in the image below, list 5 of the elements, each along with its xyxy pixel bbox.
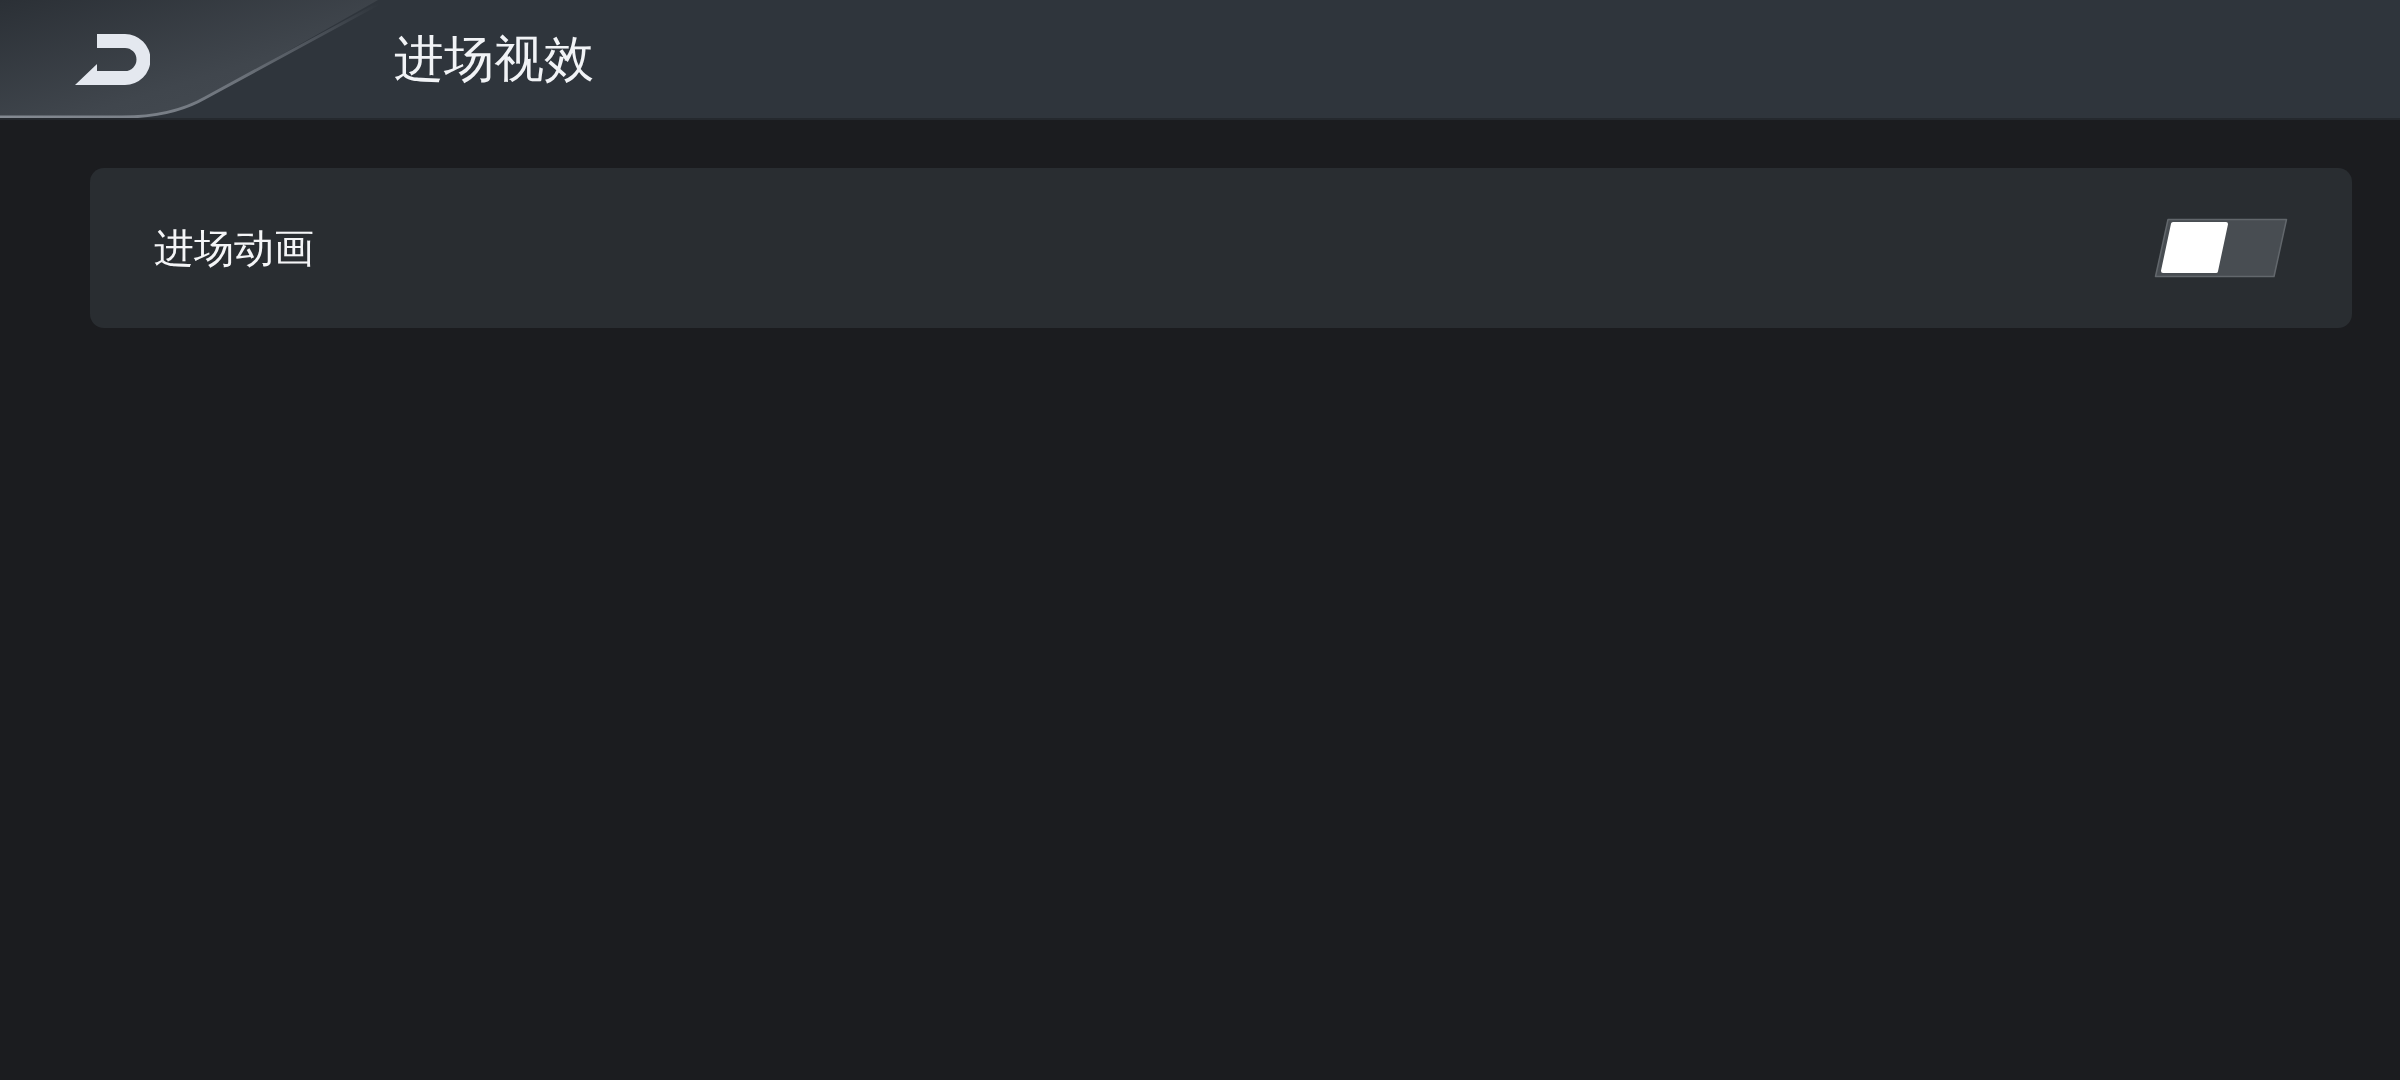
setting-label: 进场动画 bbox=[154, 224, 314, 272]
toggle-switch[interactable] bbox=[2154, 218, 2288, 278]
page-title: 进场视效 bbox=[394, 29, 594, 89]
back-icon bbox=[75, 33, 150, 85]
back-button[interactable] bbox=[0, 0, 380, 118]
